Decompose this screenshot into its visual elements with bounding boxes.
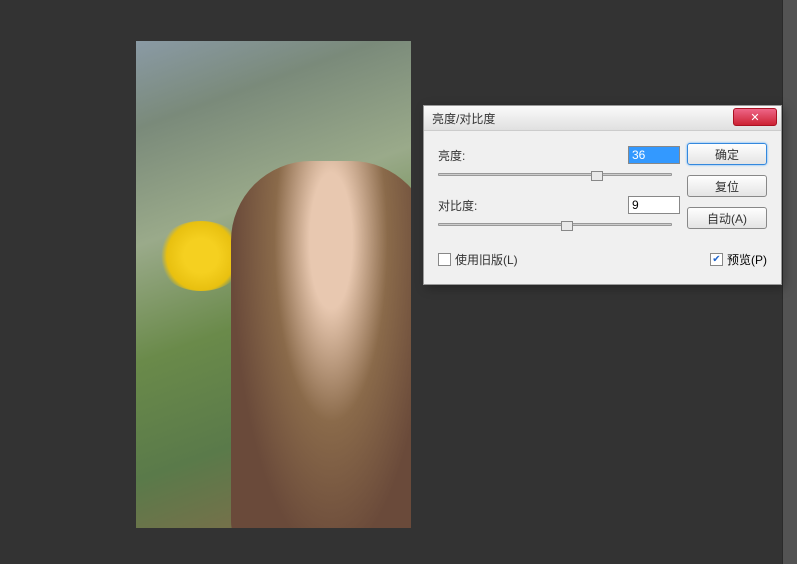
brightness-slider-thumb[interactable]	[591, 171, 603, 181]
close-icon: ✕	[750, 111, 759, 124]
preview-row: ✔ 预览(P)	[710, 251, 767, 268]
use-legacy-row: 使用旧版(L)	[438, 251, 680, 268]
brightness-row: 亮度:	[438, 145, 680, 165]
dialog-title: 亮度/对比度	[432, 110, 495, 127]
use-legacy-label: 使用旧版(L)	[455, 251, 518, 268]
ok-button[interactable]: 确定	[687, 143, 767, 165]
person-graphic	[231, 161, 411, 528]
brightness-slider-rail	[438, 173, 672, 176]
use-legacy-checkbox[interactable]	[438, 253, 451, 266]
canvas-image	[136, 41, 411, 528]
right-panel-edge	[782, 0, 797, 564]
brightness-contrast-dialog: 亮度/对比度 ✕ 亮度: 对比度:	[423, 105, 782, 285]
left-controls: 亮度: 对比度: 使用旧版(L)	[438, 145, 680, 268]
reset-button[interactable]: 复位	[687, 175, 767, 197]
contrast-slider-rail	[438, 223, 672, 226]
contrast-label: 对比度:	[438, 197, 498, 214]
brightness-input[interactable]	[628, 146, 680, 164]
close-button[interactable]: ✕	[733, 108, 777, 126]
contrast-input[interactable]	[628, 196, 680, 214]
brightness-slider[interactable]	[438, 169, 672, 183]
button-column: 确定 复位 自动(A)	[687, 143, 767, 229]
preview-label: 预览(P)	[727, 251, 767, 268]
preview-checkbox[interactable]: ✔	[710, 253, 723, 266]
contrast-row: 对比度:	[438, 195, 680, 215]
dialog-body: 亮度: 对比度: 使用旧版(L) 确定	[424, 131, 781, 284]
contrast-slider[interactable]	[438, 219, 672, 233]
contrast-slider-thumb[interactable]	[561, 221, 573, 231]
brightness-label: 亮度:	[438, 147, 498, 164]
dialog-titlebar[interactable]: 亮度/对比度 ✕	[424, 106, 781, 131]
auto-button[interactable]: 自动(A)	[687, 207, 767, 229]
